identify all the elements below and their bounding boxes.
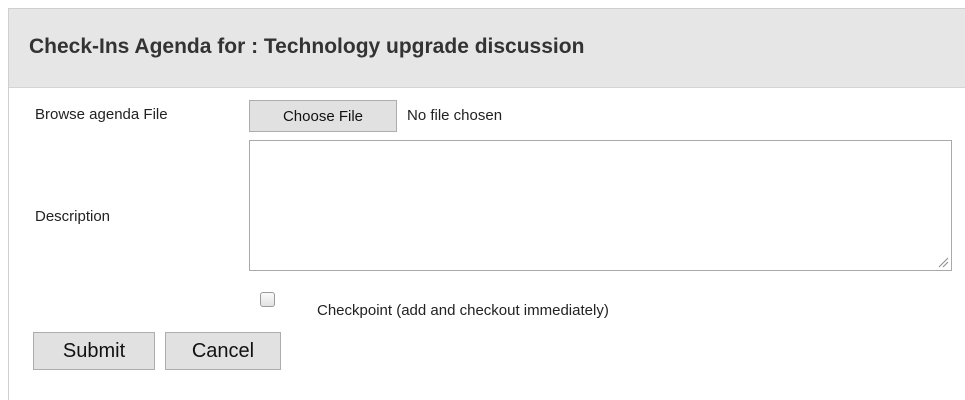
- resize-grip-icon[interactable]: [937, 256, 949, 268]
- description-textarea[interactable]: [249, 140, 952, 271]
- submit-button[interactable]: Submit: [33, 332, 155, 370]
- dialog-header: Check-Ins Agenda for : Technology upgrad…: [9, 9, 965, 88]
- description-label: Description: [35, 208, 111, 225]
- choose-file-button[interactable]: Choose File: [249, 100, 397, 132]
- page-title: Check-Ins Agenda for : Technology upgrad…: [29, 35, 585, 58]
- checkpoint-label: Checkpoint (add and checkout immediately…: [317, 302, 609, 319]
- agenda-dialog: Check-Ins Agenda for : Technology upgrad…: [8, 8, 965, 400]
- file-status-text: No file chosen: [407, 107, 503, 124]
- checkpoint-checkbox[interactable]: [260, 292, 275, 307]
- cancel-button[interactable]: Cancel: [165, 332, 281, 370]
- browse-agenda-label: Browse agenda File: [35, 106, 168, 123]
